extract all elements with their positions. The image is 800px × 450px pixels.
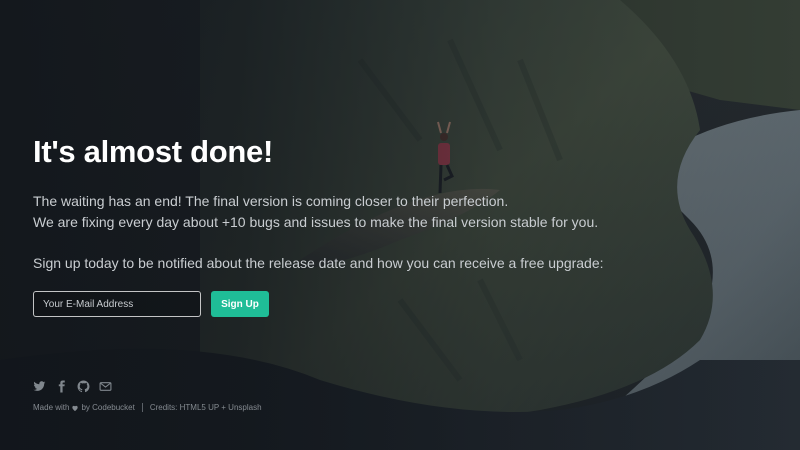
intro-line-1: The waiting has an end! The final versio… — [33, 193, 509, 209]
facebook-icon[interactable] — [55, 380, 68, 393]
signup-prompt: Sign up today to be notified about the r… — [33, 255, 604, 271]
made-with-text: Made with — [33, 403, 70, 412]
heart-icon — [71, 404, 79, 412]
page-title: It's almost done! — [33, 134, 273, 169]
credits-text[interactable]: Credits: HTML5 UP + Unsplash — [150, 403, 262, 412]
mail-icon[interactable] — [99, 380, 112, 393]
sign-up-button[interactable]: Sign Up — [211, 291, 269, 317]
footer-divider — [141, 403, 143, 412]
landing-page: It's almost done! The waiting has an end… — [0, 0, 800, 450]
social-links — [33, 380, 112, 393]
footer: Made with by Codebucket Credits: HTML5 U… — [33, 403, 262, 412]
twitter-icon[interactable] — [33, 380, 46, 393]
signup-form: Sign Up — [33, 291, 269, 317]
github-icon[interactable] — [77, 380, 90, 393]
author-link[interactable]: by Codebucket — [81, 403, 134, 412]
intro-line-2: We are fixing every day about +10 bugs a… — [33, 214, 599, 230]
main-content: It's almost done! The waiting has an end… — [33, 0, 733, 450]
email-input[interactable] — [33, 291, 201, 317]
